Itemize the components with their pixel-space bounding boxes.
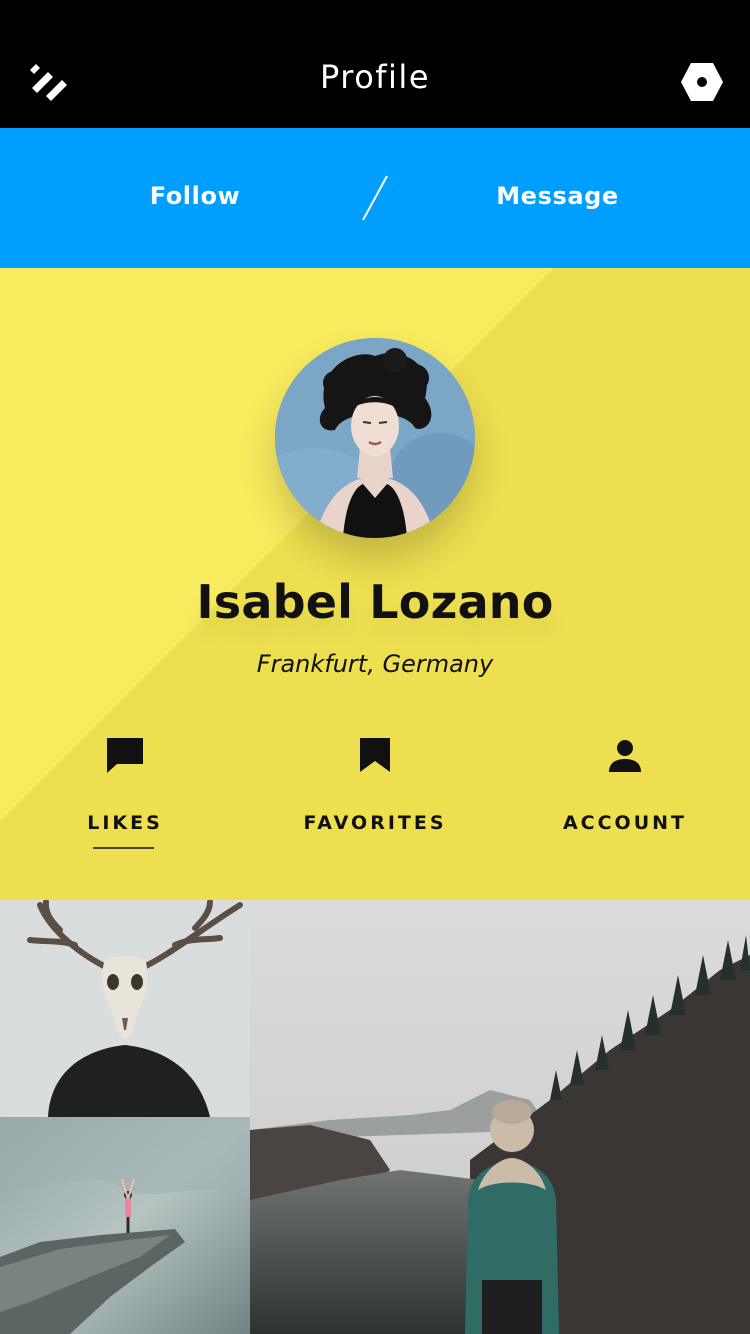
person-icon bbox=[609, 740, 641, 772]
page-title: Profile bbox=[320, 58, 430, 96]
tab-account[interactable]: ACCOUNT bbox=[500, 736, 750, 856]
profile-name: Isabel Lozano bbox=[196, 575, 554, 629]
tab-favorites-label: FAVORITES bbox=[303, 812, 447, 834]
comment-icon bbox=[107, 738, 143, 773]
follow-button[interactable]: Follow bbox=[120, 182, 270, 210]
bookmark-icon bbox=[360, 738, 390, 772]
photo-cliff[interactable] bbox=[0, 1117, 250, 1334]
tab-favorites[interactable]: FAVORITES bbox=[250, 736, 500, 856]
action-bar: Follow Message bbox=[0, 128, 750, 268]
settings-button[interactable] bbox=[680, 62, 724, 102]
photo-lake-hiker[interactable] bbox=[250, 900, 750, 1334]
hexagon-settings-icon bbox=[681, 63, 723, 101]
avatar-photo bbox=[275, 338, 475, 538]
slash-divider bbox=[362, 175, 388, 221]
message-button[interactable]: Message bbox=[480, 182, 635, 210]
selected-tab-indicator bbox=[93, 847, 154, 849]
profile-panel: Isabel Lozano Frankfurt, Germany LIKES F… bbox=[0, 268, 750, 900]
tab-likes-label: LIKES bbox=[87, 812, 163, 834]
profile-location: Frankfurt, Germany bbox=[256, 650, 494, 678]
tab-account-label: ACCOUNT bbox=[562, 812, 688, 834]
tab-likes[interactable]: LIKES bbox=[0, 736, 250, 856]
top-bar: Profile bbox=[0, 0, 750, 128]
avatar[interactable] bbox=[275, 338, 475, 538]
photo-deer-skull[interactable] bbox=[0, 900, 250, 1117]
